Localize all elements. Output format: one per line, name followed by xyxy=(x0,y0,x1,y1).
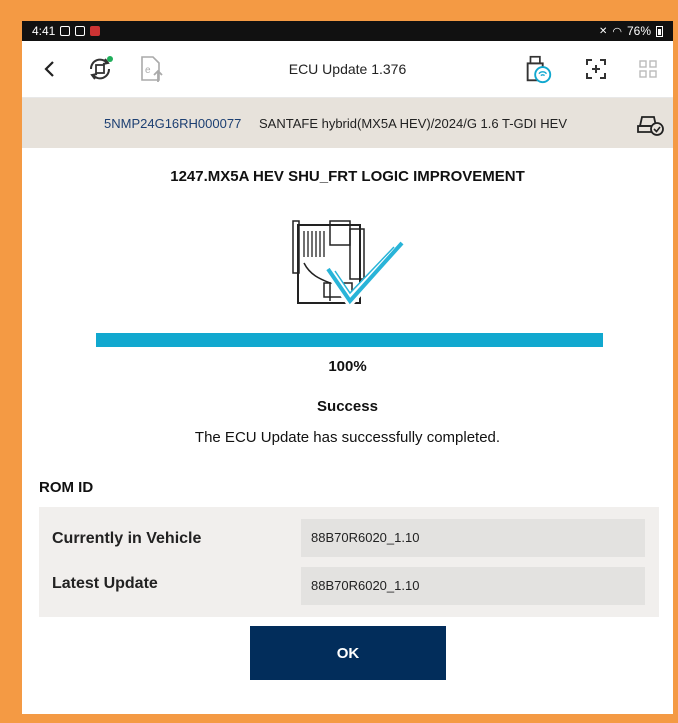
ok-button[interactable]: OK xyxy=(250,626,446,680)
clock: 4:41 xyxy=(32,24,56,38)
app-window: 4:41 ✕ ◠ 76% e ECU Update 1.376 5NMP24G1… xyxy=(22,21,673,714)
update-settings-icon[interactable] xyxy=(84,53,116,85)
vehicle-description: SANTAFE hybrid(MX5A HEV)/2024/G 1.6 T-GD… xyxy=(259,115,568,131)
status-right: ✕ ◠ 76% xyxy=(599,24,663,38)
update-message: The ECU Update has successfully complete… xyxy=(194,429,501,446)
update-status: Success xyxy=(317,398,378,415)
rom-row-label: Latest Update xyxy=(52,575,158,592)
rom-row-current: Currently in Vehicle 88B70R6020_1.10 xyxy=(39,519,659,559)
progress-fill xyxy=(96,333,603,347)
rom-id-table: Currently in Vehicle 88B70R6020_1.10 Lat… xyxy=(39,507,659,617)
update-heading: 1247.MX5A HEV SHU_FRT LOGIC IMPROVEMENT xyxy=(170,168,525,185)
rom-row-label: Currently in Vehicle xyxy=(52,530,202,547)
status-left: 4:41 xyxy=(32,24,101,38)
calendar-icon xyxy=(90,26,101,36)
battery-icon xyxy=(656,25,663,37)
screen-capture-icon[interactable] xyxy=(580,53,612,85)
grid-icon[interactable] xyxy=(632,53,664,85)
ecu-success-icon xyxy=(290,217,410,312)
vehicle-info-bar: 5NMP24G16RH000077 SANTAFE hybrid(MX5A HE… xyxy=(22,98,673,148)
vci-wifi-icon[interactable] xyxy=(522,53,554,85)
status-bar: 4:41 ✕ ◠ 76% xyxy=(22,21,673,41)
rom-id-label: ROM ID xyxy=(39,479,94,496)
gallery-icon xyxy=(60,26,71,36)
progress-bar xyxy=(96,333,603,347)
contact-icon xyxy=(75,26,86,36)
back-icon[interactable] xyxy=(34,53,66,85)
mute-icon: ✕ xyxy=(598,25,608,37)
page-title: ECU Update 1.376 xyxy=(288,61,407,77)
vehicle-check-icon[interactable] xyxy=(635,108,665,138)
rom-row-latest: Latest Update 88B70R6020_1.10 xyxy=(39,567,659,607)
svg-text:e: e xyxy=(145,65,151,76)
vehicle-vin: 5NMP24G16RH000077 xyxy=(104,115,242,131)
progress-percent: 100% xyxy=(328,358,367,375)
rom-row-value: 88B70R6020_1.10 xyxy=(301,519,645,557)
battery-percent: 76% xyxy=(626,24,651,38)
rom-row-value: 88B70R6020_1.10 xyxy=(301,567,645,605)
toolbar: e ECU Update 1.376 xyxy=(22,41,673,98)
file-upload-icon[interactable]: e xyxy=(136,53,168,85)
wifi-icon: ◠ xyxy=(612,25,622,38)
